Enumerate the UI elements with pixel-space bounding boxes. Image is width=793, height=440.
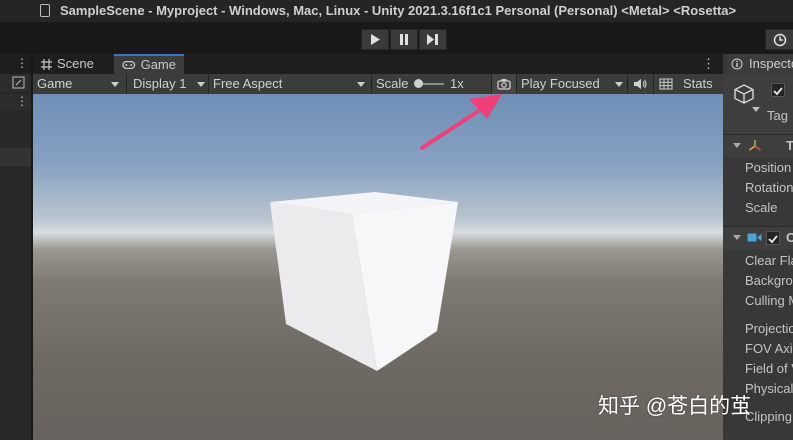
physical-camera-label: Physical <box>745 381 793 396</box>
camera-title: C <box>786 230 793 245</box>
scene-grid-icon <box>41 58 52 70</box>
camera-enabled-checkbox[interactable] <box>766 231 780 245</box>
play-icon <box>371 34 380 45</box>
search-toggle-icon[interactable] <box>12 76 25 89</box>
inspector-panel: Inspector Tag T Position Rotation Scale … <box>723 54 793 440</box>
step-icon <box>427 34 438 45</box>
gamepad-icon <box>122 60 136 70</box>
position-label: Position <box>745 160 792 175</box>
history-icon <box>773 33 787 46</box>
video-camera-icon <box>747 233 762 242</box>
more-menu-icon[interactable]: ⋮ <box>16 56 28 70</box>
watermark: 知乎 @苍白的茧 <box>598 395 752 418</box>
play-button[interactable] <box>361 29 389 50</box>
step-button[interactable] <box>419 29 447 50</box>
play-mode-dropdown[interactable]: Play Focused <box>521 74 600 94</box>
tab-game-label: Game <box>140 57 176 72</box>
document-icon <box>40 4 50 17</box>
camera-icon <box>497 79 511 90</box>
speaker-icon[interactable] <box>633 78 647 90</box>
screenshot-button[interactable] <box>492 74 516 94</box>
scale-slider-handle[interactable] <box>414 79 423 88</box>
tab-game[interactable]: Game <box>114 54 184 74</box>
play-mode-caret-icon <box>615 82 623 87</box>
scene-menu-icon[interactable]: ⋮ <box>16 94 28 108</box>
gizmo-grid-icon[interactable] <box>659 78 673 90</box>
tab-scene-label: Scene <box>57 56 94 71</box>
check-icon <box>773 87 783 96</box>
active-checkbox[interactable] <box>771 83 785 97</box>
view-mode-dropdown[interactable]: Game <box>37 74 72 94</box>
scale-value: 1x <box>450 76 464 91</box>
scale-label: Scale <box>376 76 409 91</box>
aspect-dropdown[interactable]: Free Aspect <box>213 74 282 94</box>
clear-flags-label: Clear Fla <box>745 253 793 268</box>
check-icon <box>768 235 778 244</box>
hierarchy-selected-row[interactable] <box>0 148 31 166</box>
hierarchy-toolbar <box>0 74 31 92</box>
inspector-object-header: Tag <box>723 74 793 134</box>
tab-scene[interactable]: Scene <box>33 54 102 74</box>
pause-icon <box>400 34 408 45</box>
window-title: SampleScene - Myproject - Windows, Mac, … <box>60 3 737 18</box>
hierarchy-panel: ⋮ ⋮ <box>0 54 31 440</box>
transform-foldout-icon[interactable] <box>733 143 741 148</box>
tag-label: Tag <box>767 108 788 123</box>
annotation-arrow <box>420 94 502 150</box>
stats-button[interactable]: Stats <box>683 74 713 94</box>
window-title-bar: SampleScene - Myproject - Windows, Mac, … <box>0 0 793 22</box>
display-caret-icon <box>197 82 205 87</box>
view-mode-caret-icon <box>111 82 119 87</box>
info-icon <box>731 58 743 70</box>
transform-component-header[interactable]: T <box>723 134 793 157</box>
aspect-caret-icon <box>357 82 365 87</box>
transform-axes-icon <box>749 140 761 151</box>
rotation-label: Rotation <box>745 180 793 195</box>
game-viewport[interactable] <box>33 94 723 440</box>
scale-field-label: Scale <box>745 200 778 215</box>
icon-picker-caret-icon[interactable] <box>752 107 760 112</box>
hierarchy-header: ⋮ <box>0 54 31 74</box>
view-tab-bar: Scene Game ⋮ <box>33 54 723 74</box>
main-toolbar <box>0 22 793 54</box>
display-dropdown[interactable]: Display 1 <box>133 74 186 94</box>
field-of-view-label: Field of V <box>745 361 793 376</box>
fov-axis-label: FOV Axis <box>745 341 793 356</box>
playback-controls <box>361 29 447 50</box>
camera-component-header[interactable]: C <box>723 226 793 249</box>
history-button[interactable] <box>765 29 793 50</box>
clipping-planes-label: Clipping <box>745 409 792 424</box>
tab-inspector[interactable]: Inspector <box>727 54 793 74</box>
tab-inspector-label: Inspector <box>749 56 793 71</box>
background-label: Backgro <box>745 273 793 288</box>
gameobject-cube-icon <box>734 84 754 104</box>
camera-foldout-icon[interactable] <box>733 235 741 240</box>
projection-label: Projectio <box>745 321 793 336</box>
game-view-toolbar: Game Display 1 Free Aspect Scale 1x Play… <box>33 74 723 95</box>
pause-button[interactable] <box>390 29 418 50</box>
culling-mask-label: Culling M <box>745 293 793 308</box>
tab-more-icon[interactable]: ⋮ <box>702 56 715 72</box>
transform-title: T <box>786 138 793 153</box>
